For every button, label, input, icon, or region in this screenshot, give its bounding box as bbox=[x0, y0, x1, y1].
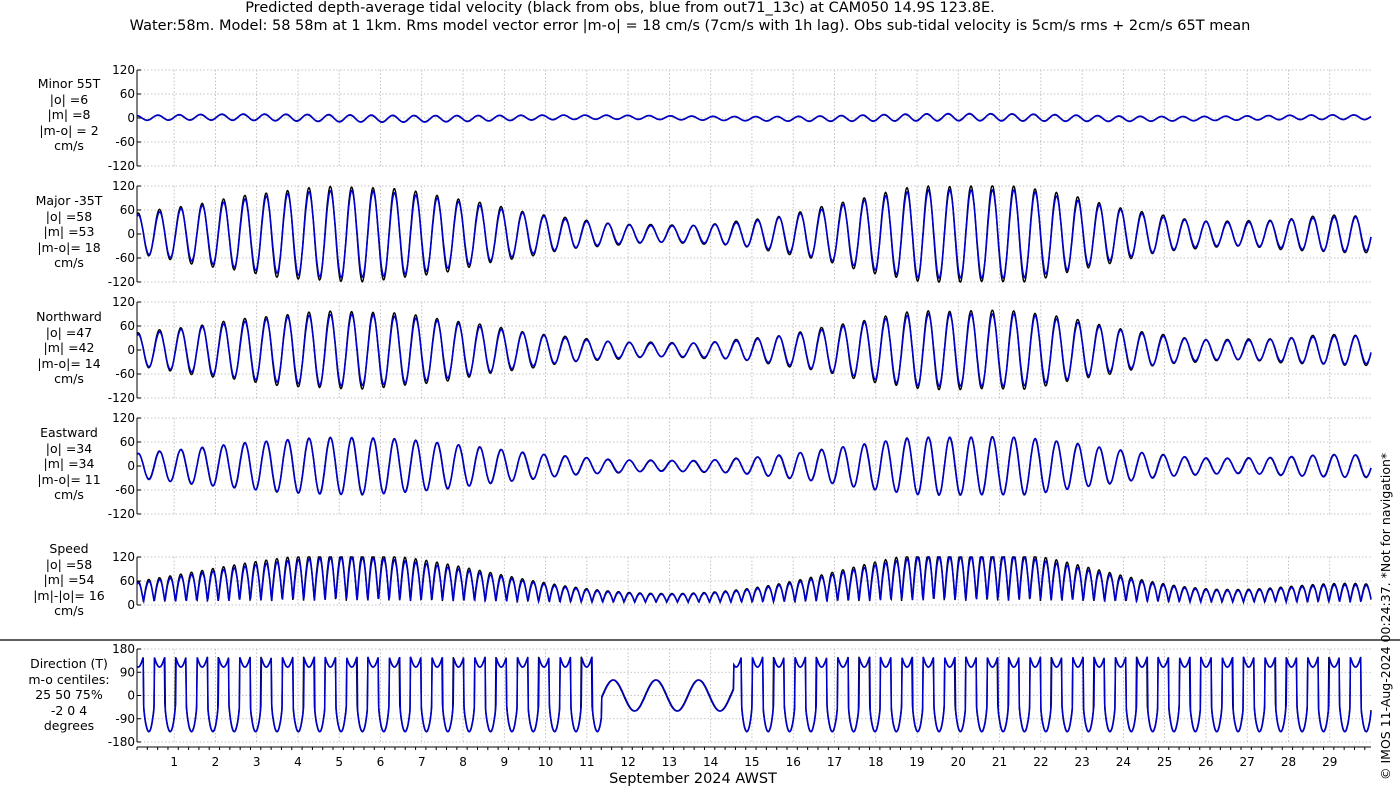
panel-label-line: Eastward bbox=[40, 425, 98, 440]
panel-label-line: cm/s bbox=[54, 371, 84, 386]
panel-label-line: |o| =58 bbox=[45, 208, 93, 224]
panel-north: 120600-60-120 bbox=[108, 295, 1372, 405]
panel-label-line: -2 0 4 bbox=[50, 702, 88, 718]
x-tick-label: 6 bbox=[377, 755, 385, 769]
panel-label-line: |m-o|= 14 bbox=[37, 355, 101, 371]
x-tick-label: 27 bbox=[1240, 755, 1255, 769]
x-tick-label: 23 bbox=[1074, 755, 1089, 769]
x-tick-label: 25 bbox=[1157, 755, 1172, 769]
x-tick-label: 22 bbox=[1033, 755, 1048, 769]
x-tick-label: 5 bbox=[335, 755, 343, 769]
y-tick-label: 120 bbox=[112, 411, 135, 425]
panel-label-east: Eastward |o| =34 |m| =34 |m-o|= 11 cm/s bbox=[10, 425, 128, 503]
y-tick-label: -120 bbox=[108, 275, 135, 289]
x-tick-label: 9 bbox=[500, 755, 508, 769]
copyright-notice: © IMOS 11-Aug-2024 00:24:37. *Not for na… bbox=[1378, 452, 1393, 780]
panel-label-line: |o| =6 bbox=[49, 91, 89, 107]
y-tick-label: 120 bbox=[112, 179, 135, 193]
x-tick-label: 19 bbox=[909, 755, 924, 769]
y-tick-label: -180 bbox=[108, 735, 135, 749]
x-tick-label: 7 bbox=[418, 755, 426, 769]
panel-label-line: Direction (T) bbox=[30, 656, 108, 671]
series-model-direction bbox=[136, 656, 1372, 733]
x-tick-label: 8 bbox=[459, 755, 467, 769]
panel-label-line: |m|-|o|= 16 bbox=[33, 587, 105, 603]
panel-label-line: Northward bbox=[36, 309, 102, 324]
x-tick-label: 11 bbox=[579, 755, 594, 769]
panel-label-line: m-o centiles: bbox=[28, 671, 110, 687]
panel-label-line: |o| =34 bbox=[45, 440, 93, 456]
y-tick-label: 0 bbox=[127, 689, 135, 703]
x-axis: 1 2 3 4 5 6 7 8 9 10 11 12 13 14 15 16 17 18 19 20 21 22 23 24 2… bbox=[136, 746, 1371, 787]
panel-label-line: |m-o|= 18 bbox=[37, 239, 101, 255]
panel-label-line: degrees bbox=[43, 718, 95, 733]
panel-speed: 120600 bbox=[112, 550, 1372, 612]
panel-label-line: |m| =34 bbox=[43, 456, 95, 471]
panel-label-line: cm/s bbox=[54, 138, 84, 153]
x-tick-label: 2 bbox=[212, 755, 220, 769]
x-tick-label: 26 bbox=[1198, 755, 1213, 769]
panel-label-line: Major -35T bbox=[35, 193, 103, 208]
panel-label-line: cm/s bbox=[54, 603, 84, 618]
panel-label-line: |m-o|= 11 bbox=[37, 471, 101, 487]
x-tick-label: 18 bbox=[868, 755, 883, 769]
panel-label-line: |m| =53 bbox=[43, 224, 95, 239]
x-tick-label: 13 bbox=[662, 755, 677, 769]
panel-label-line: Minor 55T bbox=[37, 76, 101, 91]
x-tick-label: 4 bbox=[294, 755, 302, 769]
y-tick-label: 0 bbox=[127, 111, 135, 125]
panel-label-line: |m-o| = 2 bbox=[39, 122, 99, 138]
x-tick-label: 15 bbox=[744, 755, 759, 769]
tidal-velocity-chart: 120600-60-120120600-60-120120600-60-1201… bbox=[0, 63, 1400, 787]
x-tick-label: 14 bbox=[703, 755, 718, 769]
panel-label-minor: Minor 55T |o| =6 |m| =8 |m-o| = 2 cm/s bbox=[10, 76, 128, 154]
panel-label-north: Northward |o| =47 |m| =42 |m-o|= 14 cm/s bbox=[10, 309, 128, 387]
panel-east: 120600-60-120 bbox=[108, 411, 1372, 521]
x-tick-label: 24 bbox=[1116, 755, 1131, 769]
x-tick-label: 10 bbox=[538, 755, 553, 769]
x-tick-label: 17 bbox=[827, 755, 842, 769]
panel-label-line: |m| =8 bbox=[47, 107, 91, 122]
panel-label-speed: Speed |o| =58 |m| =54 |m|-|o|= 16 cm/s bbox=[10, 541, 128, 619]
y-tick-label: 180 bbox=[112, 642, 135, 656]
panel-label-line: |o| =47 bbox=[45, 324, 93, 340]
panel-major: 120600-60-120 bbox=[108, 179, 1372, 289]
x-tick-label: 21 bbox=[992, 755, 1007, 769]
panel-label-direction: Direction (T) m-o centiles: 25 50 75% -2 0 … bbox=[10, 656, 128, 734]
x-tick-label: 28 bbox=[1281, 755, 1296, 769]
y-tick-label: -120 bbox=[108, 159, 135, 173]
series-obs-direction bbox=[136, 656, 1372, 733]
y-tick-label: -120 bbox=[108, 507, 135, 521]
panel-minor: 120600-60-120 bbox=[108, 63, 1372, 173]
x-tick-label: 3 bbox=[253, 755, 261, 769]
panel-label-line: 25 50 75% bbox=[35, 687, 103, 702]
panel-label-major: Major -35T |o| =58 |m| =53 |m-o|= 18 cm/s bbox=[10, 193, 128, 271]
y-tick-label: 0 bbox=[127, 343, 135, 357]
x-tick-label: 29 bbox=[1322, 755, 1337, 769]
panel-label-line: |m| =42 bbox=[43, 340, 95, 355]
x-tick-label: 1 bbox=[170, 755, 178, 769]
y-tick-label: 0 bbox=[127, 598, 135, 612]
y-tick-label: 120 bbox=[112, 63, 135, 77]
series-model-speed bbox=[136, 555, 1372, 606]
y-tick-label: 0 bbox=[127, 227, 135, 241]
panel-label-line: Speed bbox=[49, 541, 89, 556]
panel-label-line: |o| =58 bbox=[45, 556, 93, 572]
x-tick-label: 12 bbox=[620, 755, 635, 769]
panel-direction: 180900-90-180 bbox=[108, 642, 1372, 749]
x-tick-label: 20 bbox=[951, 755, 966, 769]
y-tick-label: 0 bbox=[127, 459, 135, 473]
panel-label-line: cm/s bbox=[54, 255, 84, 270]
y-tick-label: -120 bbox=[108, 391, 135, 405]
panel-label-line: cm/s bbox=[54, 487, 84, 502]
panel-label-line: |m| =54 bbox=[43, 572, 95, 587]
x-axis-label: September 2024 AWST bbox=[609, 771, 777, 787]
y-tick-label: 120 bbox=[112, 295, 135, 309]
x-tick-label: 16 bbox=[786, 755, 801, 769]
